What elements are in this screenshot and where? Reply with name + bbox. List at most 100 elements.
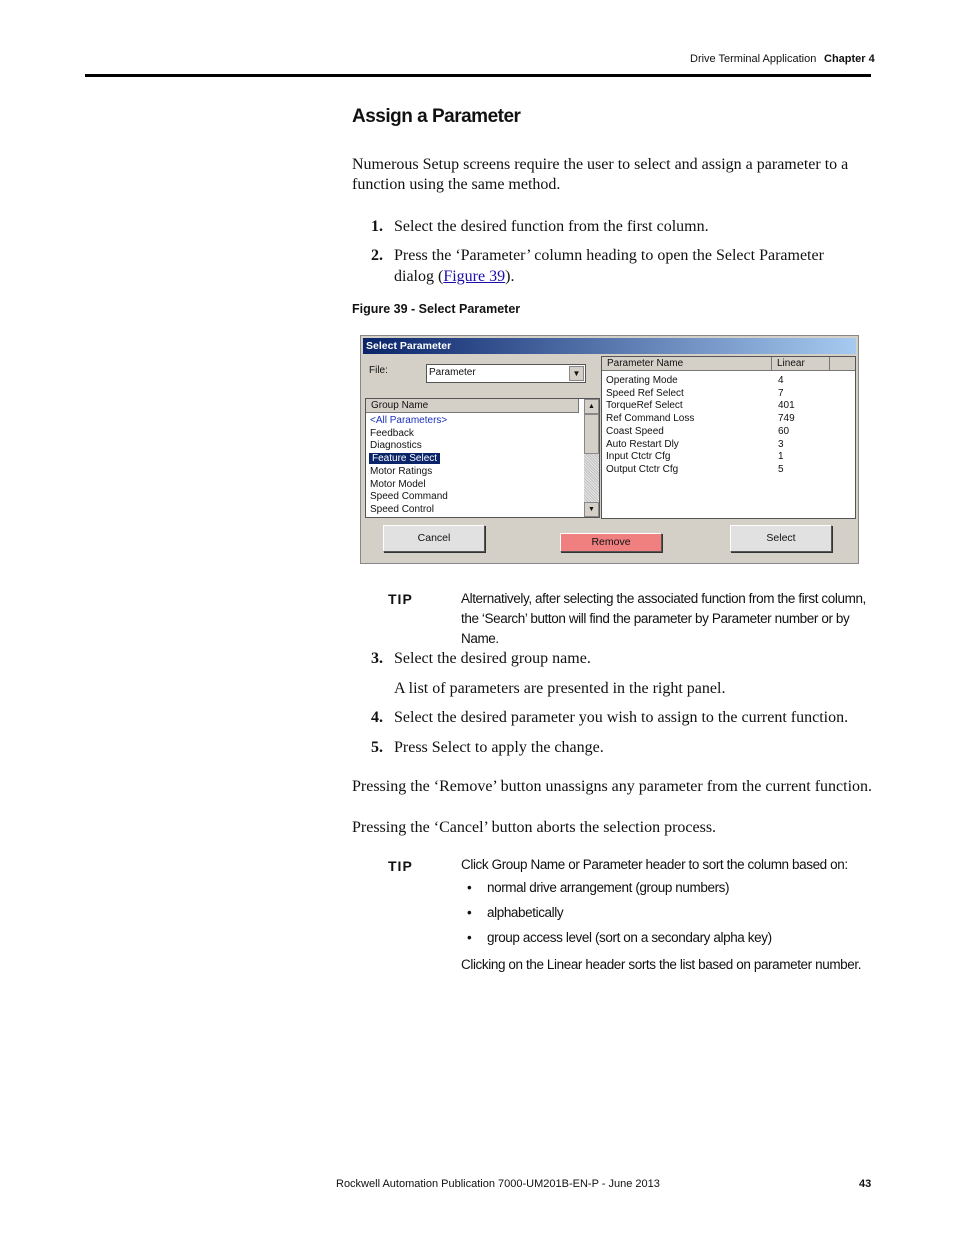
parameter-name: Operating Mode xyxy=(606,375,678,386)
header-rule xyxy=(85,74,871,77)
parameter-linear: 5 xyxy=(778,463,784,475)
tip2-bullet: • group access level (sort on a secondary… xyxy=(467,930,772,945)
document-page: Drive Terminal Application Chapter 4 Ass… xyxy=(0,0,954,1235)
step-3-note: A list of parameters are presented in th… xyxy=(394,680,726,697)
group-item[interactable]: Feature Select xyxy=(369,453,441,466)
step-4: 4. Select the desired parameter you wish … xyxy=(371,707,861,728)
step-2: 2. Press the ‘Parameter’ column heading t… xyxy=(371,245,861,287)
file-value: Parameter xyxy=(429,367,476,378)
figure-caption: Figure 39 - Select Parameter xyxy=(352,302,521,316)
parameter-linear: 749 xyxy=(778,413,795,425)
parameter-name-header[interactable]: Parameter Name xyxy=(602,357,772,371)
scroll-thumb[interactable] xyxy=(584,414,599,454)
group-item-label: Feature Select xyxy=(369,453,441,465)
tip-text: Alternatively, after selecting the assoc… xyxy=(461,591,866,646)
parameter-row[interactable]: Speed Ref Select 7 xyxy=(606,388,846,401)
step-3: 3. Select the desired group name. xyxy=(371,648,861,669)
parameter-row[interactable]: TorqueRef Select 401 xyxy=(606,400,846,413)
group-item-label: Motor Model xyxy=(370,478,426,490)
parameter-name: Coast Speed xyxy=(606,425,664,437)
parameter-name: Input Ctctr Cfg xyxy=(606,451,671,463)
bullet-text: normal drive arrangement (group numbers) xyxy=(487,880,730,895)
tip2-bullet: • normal drive arrangement (group numbers… xyxy=(467,880,730,895)
parameter-linear: 60 xyxy=(778,425,790,437)
group-item[interactable]: Motor Ratings xyxy=(370,466,432,479)
parameter-row[interactable]: Auto Restart Dly 3 xyxy=(606,439,846,452)
cancel-paragraph: Pressing the ‘Cancel’ button aborts the … xyxy=(352,819,717,836)
group-item-label: Motor Ratings xyxy=(370,465,433,477)
step-text: Press the ‘Parameter’ column heading to … xyxy=(394,245,854,287)
tip2-intro: Click Group Name or Parameter header to … xyxy=(461,857,848,872)
step-number: 2. xyxy=(371,247,383,264)
step-text: Select the desired parameter you wish to… xyxy=(394,709,849,726)
parameter-name: Output Ctctr Cfg xyxy=(606,463,679,475)
intro-paragraph: Numerous Setup screens require the user … xyxy=(352,156,849,193)
group-item[interactable]: Feedback xyxy=(370,428,414,441)
step-number: 5. xyxy=(371,739,383,756)
step-5: 5. Press Select to apply the change. xyxy=(371,737,861,758)
parameter-row[interactable]: Output Ctctr Cfg 5 xyxy=(606,464,846,477)
group-item-label: Diagnostics xyxy=(370,440,422,452)
parameter-row[interactable]: Input Ctctr Cfg 1 xyxy=(606,451,846,464)
empty-header xyxy=(830,357,855,371)
group-item-label: Speed Command xyxy=(370,491,448,503)
header-chapter: Chapter 4 xyxy=(824,53,875,65)
tip-label: TIP xyxy=(388,858,413,874)
bullet-icon: • xyxy=(467,930,472,945)
step-text-after: ). xyxy=(505,268,515,285)
step-1: 1. Select the desired function from the f… xyxy=(371,216,861,237)
parameter-row[interactable]: Coast Speed 60 xyxy=(606,426,846,439)
parameter-list[interactable]: Parameter Name Linear Operating Mode 4 Spe… xyxy=(601,356,856,519)
parameter-linear: 4 xyxy=(778,375,784,386)
tip2-outro: Clicking on the Linear header sorts the … xyxy=(461,957,862,972)
cancel-button[interactable]: Cancel xyxy=(383,525,485,552)
figure-39-link[interactable]: Figure 39 xyxy=(443,268,505,285)
group-item-label: <All Parameters> xyxy=(370,415,448,426)
group-item[interactable]: <All Parameters> xyxy=(370,415,447,428)
parameter-row[interactable]: Ref Command Loss 749 xyxy=(606,413,846,426)
parameter-name: Ref Command Loss xyxy=(606,413,695,425)
bullet-text: alphabetically xyxy=(487,905,564,920)
page-number: 43 xyxy=(859,1178,872,1190)
remove-paragraph: Pressing the ‘Remove’ button unassigns a… xyxy=(352,778,873,795)
step-number: 3. xyxy=(371,650,383,667)
parameter-linear: 7 xyxy=(778,387,784,399)
group-item[interactable]: Motor Model xyxy=(370,479,426,492)
group-name-header[interactable]: Group Name xyxy=(366,399,579,413)
linear-header[interactable]: Linear xyxy=(772,357,830,371)
group-item[interactable]: Diagnostics xyxy=(370,440,422,453)
remove-button[interactable]: Remove xyxy=(560,533,662,552)
group-item[interactable]: Speed Control xyxy=(370,504,434,517)
step-text: Press Select to apply the change. xyxy=(394,739,604,756)
parameter-linear: 3 xyxy=(778,438,784,450)
parameter-name: TorqueRef Select xyxy=(606,400,683,412)
parameter-name: Auto Restart Dly xyxy=(606,438,679,450)
group-item[interactable]: Speed Command xyxy=(370,491,448,504)
scroll-down-icon[interactable]: ▼ xyxy=(584,502,599,517)
group-item-label: Speed Control xyxy=(370,503,434,515)
footer-publication: Rockwell Automation Publication 7000-UM2… xyxy=(336,1178,660,1190)
file-dropdown[interactable]: Parameter ▼ xyxy=(426,364,586,383)
tip2-bullet: • alphabetically xyxy=(467,905,564,920)
step-number: 1. xyxy=(371,218,383,235)
step-number: 4. xyxy=(371,709,383,726)
step-text: Select the desired group name. xyxy=(394,650,591,667)
group-item-label: Feedback xyxy=(370,427,414,439)
bullet-icon: • xyxy=(467,880,472,895)
bullet-icon: • xyxy=(467,905,472,920)
parameter-linear: 401 xyxy=(778,400,795,412)
scroll-up-icon[interactable]: ▲ xyxy=(584,399,599,414)
step-text: Select the desired function from the fir… xyxy=(394,218,709,235)
select-parameter-dialog: Select Parameter File: Parameter ▼ Group … xyxy=(360,335,859,564)
tip-label: TIP xyxy=(388,591,413,607)
file-label: File: xyxy=(369,365,388,376)
bullet-text: group access level (sort on a secondary … xyxy=(487,930,772,945)
section-heading: Assign a Parameter xyxy=(352,106,521,127)
group-scrollbar[interactable]: ▲ ▼ xyxy=(584,399,599,517)
parameter-row[interactable]: Operating Mode 4 xyxy=(606,375,846,388)
parameter-linear: 1 xyxy=(778,451,784,463)
chevron-down-icon[interactable]: ▼ xyxy=(569,366,584,381)
parameter-name: Speed Ref Select xyxy=(606,387,684,399)
group-list[interactable]: Group Name <All Parameters> Feedback Diagn… xyxy=(365,398,600,518)
select-button[interactable]: Select xyxy=(730,525,832,552)
